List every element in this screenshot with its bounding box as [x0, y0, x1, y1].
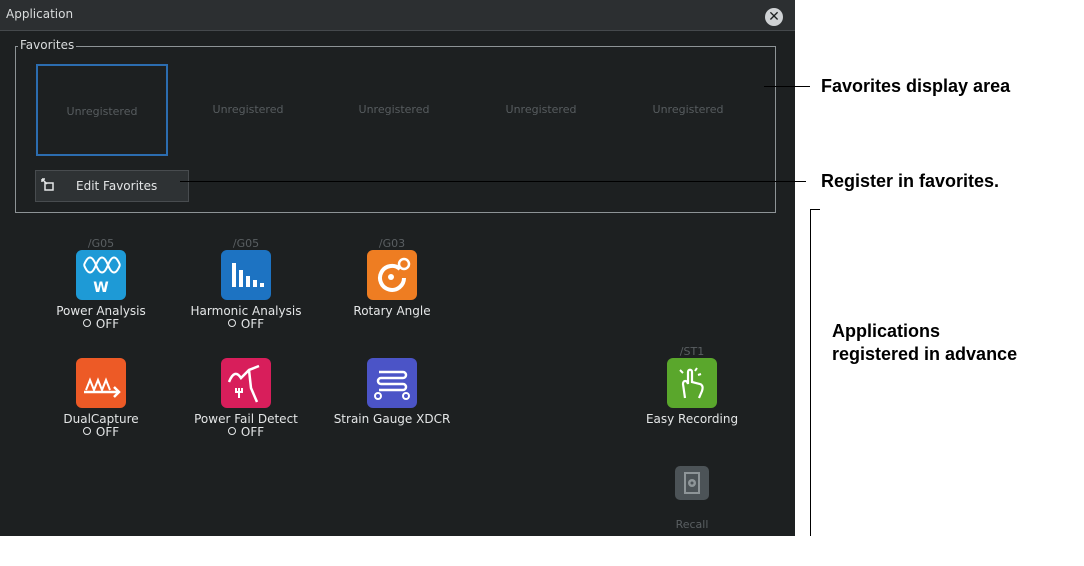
- window-title: Application: [6, 7, 74, 21]
- callout-favorites-area: Favorites display area: [821, 76, 1011, 96]
- app-name: DualCapture: [63, 412, 139, 426]
- option-code: /G05: [87, 237, 115, 250]
- power-fail-detect-icon: [221, 358, 271, 408]
- svg-text:W: W: [93, 280, 108, 296]
- app-name: Easy Recording: [645, 412, 739, 426]
- option-code: /ST1: [679, 345, 705, 358]
- dual-capture-icon: [76, 358, 126, 408]
- favorite-slot-4[interactable]: Unregistered: [475, 64, 607, 156]
- status-ring-icon: [82, 319, 91, 327]
- app-status-text: OFF: [95, 425, 120, 439]
- app-status: OFF: [176, 317, 316, 331]
- app-easy-recording[interactable]: /ST1 Easy Recording: [622, 345, 762, 458]
- application-window: Application ✕ Favorites Unregistered Unr…: [0, 0, 795, 536]
- harmonic-analysis-icon: [221, 250, 271, 300]
- app-power-fail-detect[interactable]: Power Fail Detect OFF: [176, 358, 316, 458]
- app-status: OFF: [31, 317, 171, 331]
- edit-favorites-label: Edit Favorites: [76, 179, 158, 193]
- title-bar: Application ✕: [0, 0, 795, 31]
- app-name: Harmonic Analysis: [190, 304, 302, 318]
- callout-register: Register in favorites.: [821, 171, 1000, 191]
- edit-favorites-icon: [41, 178, 54, 191]
- app-name: Power Fail Detect: [194, 412, 298, 426]
- app-name: Rotary Angle: [353, 304, 431, 318]
- app-strain-gauge-xdcr[interactable]: Strain Gauge XDCR: [322, 358, 462, 458]
- app-status: OFF: [31, 425, 171, 439]
- easy-recording-icon: [667, 358, 717, 408]
- app-status-text: OFF: [240, 317, 265, 331]
- recall-icon: [675, 466, 709, 500]
- option-code: /G05: [232, 237, 260, 250]
- strain-gauge-icon: [367, 358, 417, 408]
- edit-favorites-button[interactable]: Edit Favorites: [35, 170, 189, 202]
- callout-line-register: [180, 181, 806, 182]
- callout-apps-line1: Applications: [832, 321, 941, 341]
- status-ring-icon: [82, 427, 91, 435]
- app-status-text: OFF: [240, 425, 265, 439]
- rotary-angle-icon: [367, 250, 417, 300]
- app-dual-capture[interactable]: DualCapture OFF: [31, 358, 171, 458]
- callout-bracket-apps: [810, 209, 820, 536]
- app-name: Power Analysis: [56, 304, 146, 318]
- favorite-slot-5[interactable]: Unregistered: [622, 64, 754, 156]
- favorites-label: Favorites: [18, 38, 77, 52]
- favorite-slot-3[interactable]: Unregistered: [328, 64, 460, 156]
- recall-button[interactable]: Recall: [622, 466, 762, 566]
- app-harmonic-analysis[interactable]: /G05 Harmonic Analysis OFF: [176, 237, 316, 350]
- callout-apps-line2: registered in advance: [832, 344, 1018, 364]
- app-rotary-angle[interactable]: /G03 Rotary Angle: [322, 237, 462, 350]
- status-ring-icon: [227, 319, 236, 327]
- recall-label: Recall: [675, 518, 709, 531]
- app-status: OFF: [176, 425, 316, 439]
- app-status-text: OFF: [95, 317, 120, 331]
- app-power-analysis[interactable]: /G05 W Power Analysis OFF: [31, 237, 171, 350]
- status-ring-icon: [227, 427, 236, 435]
- favorite-slot-2[interactable]: Unregistered: [182, 64, 314, 156]
- favorite-slot-1[interactable]: Unregistered: [36, 64, 168, 156]
- app-name: Strain Gauge XDCR: [333, 412, 451, 426]
- callout-line-favorites: [764, 86, 810, 87]
- power-analysis-icon: W: [76, 250, 126, 300]
- option-code: /G03: [378, 237, 406, 250]
- close-icon[interactable]: ✕: [765, 8, 783, 26]
